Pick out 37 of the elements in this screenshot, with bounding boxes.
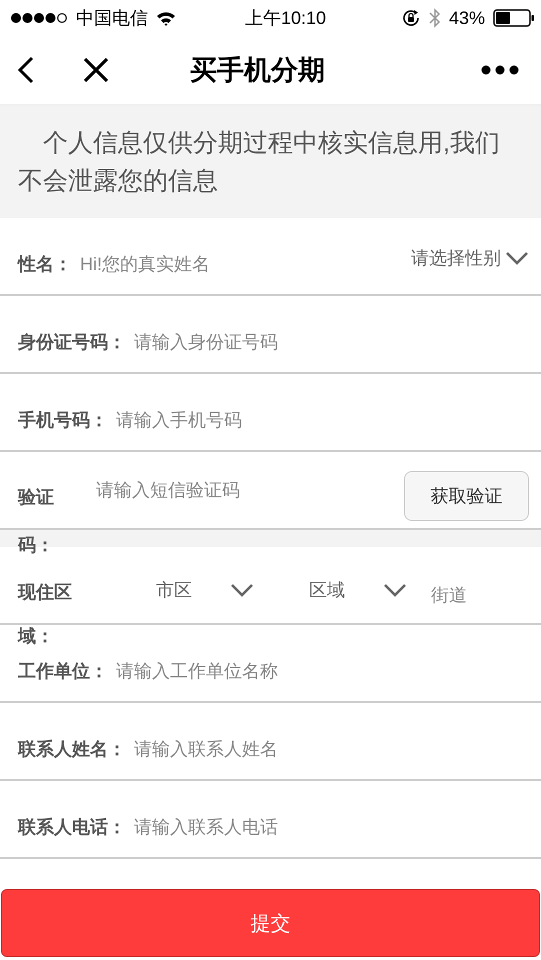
close-icon[interactable] — [82, 56, 110, 84]
more-icon[interactable] — [481, 65, 519, 75]
field-label: 工作单位： — [18, 660, 108, 683]
input-field[interactable]: Hi!您的真实姓名 — [80, 254, 411, 274]
chevron-icon — [383, 583, 407, 597]
carrier-name: 中国电信 — [76, 7, 148, 30]
battery-icon — [493, 9, 535, 27]
city-select[interactable]: 市区 — [156, 578, 254, 602]
input-field[interactable]: 请输入工作单位名称 — [116, 660, 529, 682]
get-code-button[interactable]: 获取验证 — [404, 471, 529, 521]
back-icon[interactable] — [16, 55, 36, 85]
field-label: 现住区域： — [18, 581, 73, 648]
privacy-notice: 个人信息仅供分期过程中核实信息用,我们不会泄露您的信息 — [18, 128, 501, 197]
battery-percent: 43% — [448, 8, 485, 28]
wifi-icon — [156, 10, 176, 26]
signal-icon — [10, 12, 68, 24]
bluetooth-icon — [428, 7, 441, 29]
field-label: 性名： — [18, 253, 72, 276]
district-select[interactable]: 区域 — [309, 578, 407, 602]
page-title: 买手机分期 — [189, 54, 326, 87]
gender-select[interactable]: 请选择性别 — [411, 246, 529, 270]
field-label: 身份证号码： — [18, 331, 126, 354]
input-field[interactable]: 请输入手机号码 — [116, 410, 529, 430]
field-label: 联系人电话： — [18, 816, 126, 839]
field-label: 验证码： — [18, 486, 55, 557]
chevron-icon — [230, 583, 254, 597]
chevron-icon — [505, 251, 529, 265]
field-label: 联系人姓名： — [18, 738, 126, 761]
clock-time: 上午10:10 — [244, 8, 326, 28]
input-field[interactable]: 请输入身份证号码 — [134, 332, 529, 352]
field-label: 手机号码： — [18, 409, 108, 432]
submit-button[interactable]: 提交 — [1, 889, 540, 957]
input-field[interactable]: 请输入短信验证码 — [96, 480, 404, 500]
input-field[interactable]: 请输入联系人电话 — [134, 816, 529, 838]
street-field[interactable]: 街道 — [431, 584, 511, 606]
input-field[interactable]: 请输入联系人姓名 — [134, 738, 529, 760]
rotation-lock-icon — [400, 8, 421, 28]
